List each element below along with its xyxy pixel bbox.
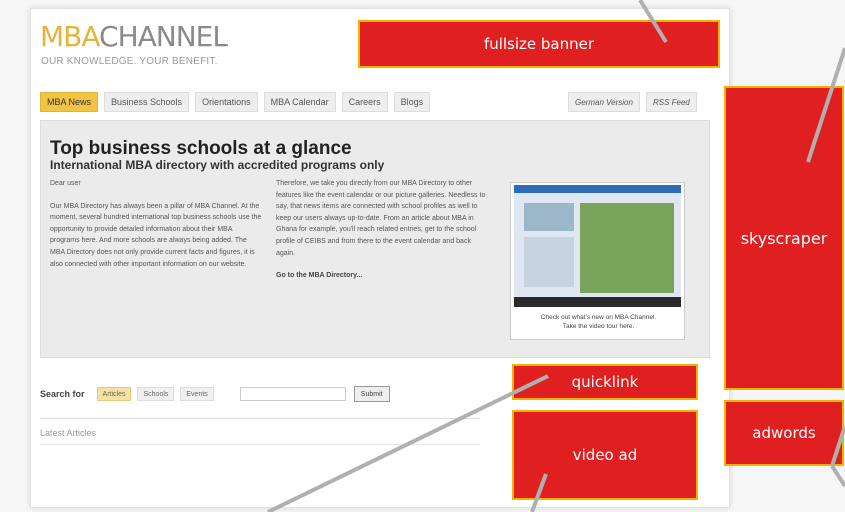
main-nav: MBA News Business Schools Orientations M…	[40, 92, 431, 112]
logo-mba: MBA	[40, 20, 100, 53]
tab-blogs[interactable]: Blogs	[393, 92, 431, 112]
skyscraper-ad: skyscraper	[724, 86, 844, 390]
pointer-line	[830, 464, 845, 488]
tab-orientations[interactable]: Orientations	[195, 92, 258, 112]
search-option-articles[interactable]: Articles	[96, 387, 132, 401]
tab-mba-calendar[interactable]: MBA Calendar	[263, 92, 336, 112]
video-ad-label: video ad	[572, 446, 638, 464]
nav-right: German Version RSS Feed	[568, 92, 697, 112]
greeting: Dear user	[50, 180, 81, 187]
hero-column-1: Dear user Our MBA Directory has always b…	[50, 178, 262, 281]
video-controls[interactable]	[514, 297, 681, 307]
video-tour-box[interactable]: Check out what's new on MBA Channel. Tak…	[510, 182, 685, 340]
tab-business-schools[interactable]: Business Schools	[104, 92, 190, 112]
latest-articles-heading: Latest Articles	[40, 428, 97, 438]
search-option-events[interactable]: Events	[180, 387, 214, 401]
hero-subtitle: International MBA directory with accredi…	[50, 158, 385, 172]
hero-column-2: Therefore, we take you directly from our…	[276, 178, 488, 293]
thumb-image	[524, 203, 574, 231]
rss-feed-link[interactable]: RSS Feed	[645, 92, 697, 112]
divider	[40, 444, 480, 445]
video-caption-line-2[interactable]: Take the video tour here.	[515, 322, 682, 331]
adwords-ad: adwords	[724, 400, 844, 466]
hero-col1-text: Our MBA Directory has always been a pill…	[50, 202, 262, 268]
tab-mba-news[interactable]: MBA News	[40, 92, 99, 112]
browser-bar	[514, 185, 681, 193]
fullsize-banner-label: fullsize banner	[483, 35, 595, 53]
search-option-schools[interactable]: Schools	[137, 387, 175, 401]
video-thumbnail[interactable]	[514, 185, 681, 307]
thumb-image	[580, 203, 674, 293]
search-bar: Search for Articles Schools Events Submi…	[40, 376, 500, 412]
hero-col2-text: Therefore, we take you directly from our…	[276, 180, 486, 257]
search-input[interactable]	[239, 387, 346, 401]
quicklink-ad: quicklink	[512, 364, 698, 400]
search-label: Search for	[40, 389, 85, 399]
quicklink-label: quicklink	[571, 373, 639, 391]
video-caption-line-1: Check out what's new on MBA Channel.	[540, 314, 657, 321]
adwords-label: adwords	[752, 424, 816, 442]
divider	[40, 418, 480, 419]
directory-link[interactable]: Go to the MBA Directory...	[276, 270, 488, 282]
site-logo[interactable]: MBACHANNEL	[40, 20, 228, 53]
video-caption: Check out what's new on MBA Channel. Tak…	[515, 313, 682, 331]
skyscraper-label: skyscraper	[740, 228, 828, 248]
logo-tagline: OUR KNOWLEDGE. YOUR BENEFIT.	[41, 56, 218, 67]
fullsize-banner-ad: fullsize banner	[358, 20, 720, 68]
submit-button[interactable]: Submit	[353, 386, 390, 402]
video-ad: video ad	[512, 410, 698, 500]
logo-channel: CHANNEL	[99, 20, 228, 53]
hero-title: Top business schools at a glance	[50, 138, 352, 159]
german-version-link[interactable]: German Version	[568, 92, 640, 112]
tab-careers[interactable]: Careers	[341, 92, 388, 112]
thumb-image	[524, 237, 574, 287]
